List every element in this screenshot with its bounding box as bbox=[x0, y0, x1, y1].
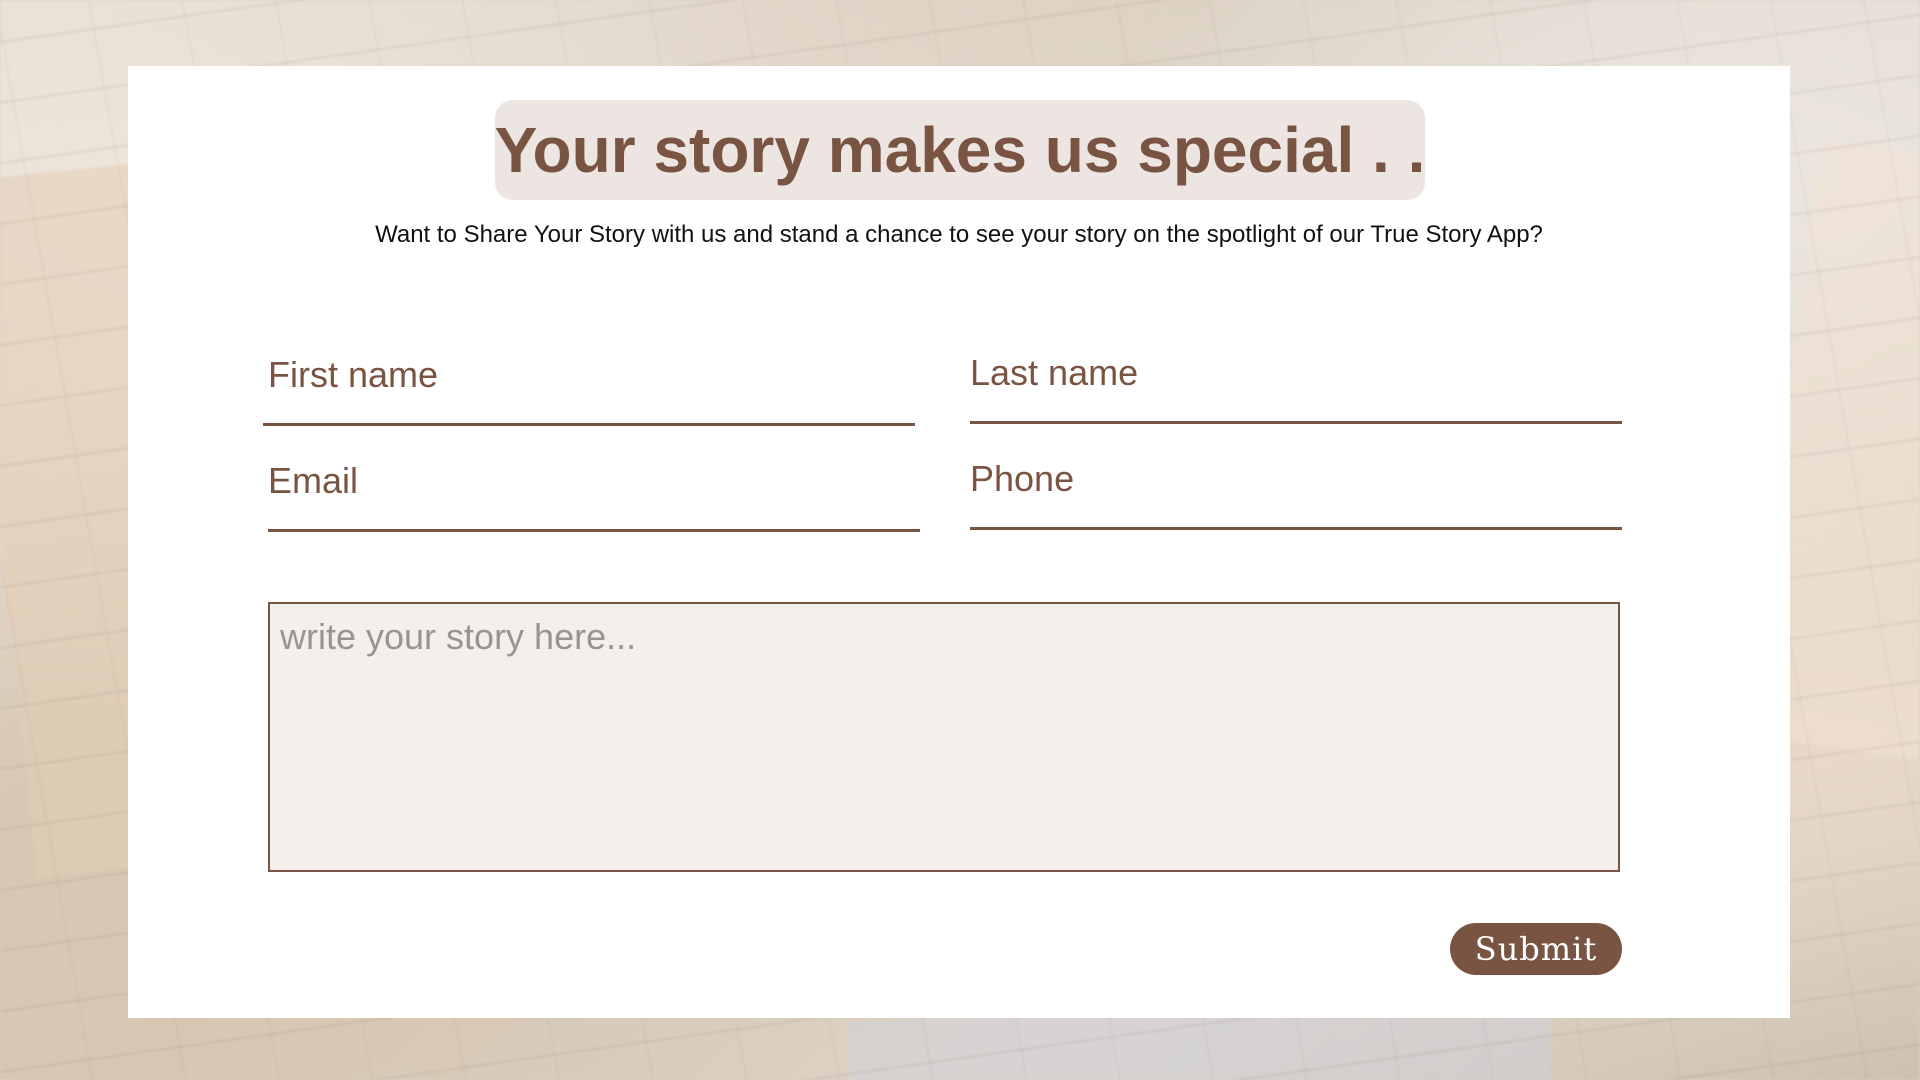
story-form-card: Your story makes us special . . Want to … bbox=[128, 66, 1790, 1018]
first-name-label: First name bbox=[268, 354, 439, 395]
last-name-label: Last name bbox=[970, 352, 1139, 393]
form-subtitle: Want to Share Your Story with us and sta… bbox=[375, 221, 1543, 248]
first-name-field[interactable]: First name bbox=[263, 346, 915, 426]
title-banner: Your story makes us special . . bbox=[495, 100, 1425, 200]
page-title: Your story makes us special . . bbox=[494, 114, 1426, 186]
story-placeholder: write your story here... bbox=[280, 616, 637, 657]
email-underline bbox=[268, 529, 920, 532]
phone-field[interactable]: Phone bbox=[970, 450, 1622, 530]
submit-button[interactable]: Submit bbox=[1450, 923, 1622, 975]
story-textarea[interactable]: write your story here... bbox=[268, 602, 1620, 872]
last-name-field[interactable]: Last name bbox=[970, 344, 1622, 424]
phone-label: Phone bbox=[970, 458, 1075, 499]
phone-underline bbox=[970, 527, 1622, 530]
email-field[interactable]: Email bbox=[268, 452, 920, 532]
last-name-underline bbox=[970, 421, 1622, 424]
email-label: Email bbox=[268, 460, 359, 501]
first-name-underline bbox=[263, 423, 915, 426]
